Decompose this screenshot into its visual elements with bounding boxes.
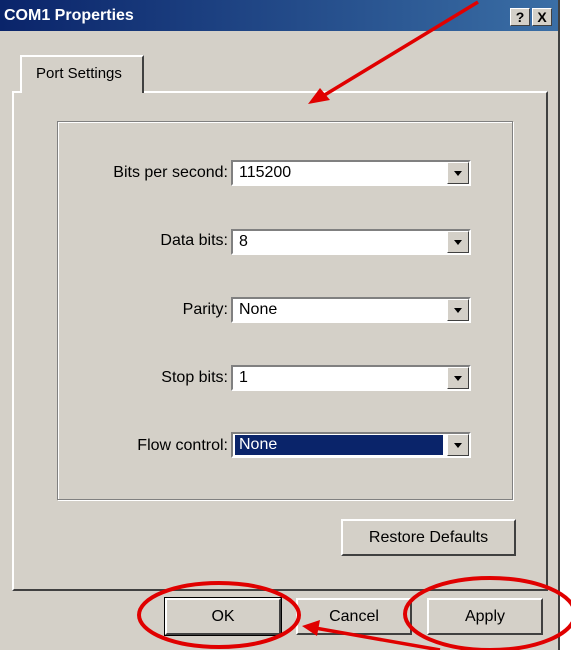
data-bits-select[interactable]: 8 [231,229,471,255]
flow-control-select[interactable]: None [231,432,471,458]
bits-per-second-select[interactable]: 115200 [231,160,471,186]
stop-bits-label: Stop bits: [161,369,228,386]
stop-bits-select[interactable]: 1 [231,365,471,391]
cancel-button[interactable]: Cancel [296,598,412,635]
chevron-down-icon[interactable] [447,434,469,456]
flow-control-label: Flow control: [137,437,228,454]
bits-per-second-value: 115200 [239,164,292,181]
parity-label: Parity: [182,301,228,318]
parity-select[interactable]: None [231,297,471,323]
data-bits-label: Data bits: [160,232,228,249]
tab-port-settings[interactable]: Port Settings [20,55,144,93]
chevron-down-icon[interactable] [447,231,469,253]
stop-bits-value: 1 [239,369,248,386]
properties-dialog: COM1 Properties ? X Port Settings Bits p… [0,0,560,650]
chevron-down-icon[interactable] [447,162,469,184]
restore-defaults-button[interactable]: Restore Defaults [341,519,516,556]
parity-value: None [239,301,278,318]
tab-label: Port Settings [36,65,122,82]
help-button[interactable]: ? [510,8,530,26]
ok-button[interactable]: OK [164,597,282,636]
apply-button[interactable]: Apply [427,598,543,635]
data-bits-value: 8 [239,233,248,250]
chevron-down-icon[interactable] [447,367,469,389]
chevron-down-icon[interactable] [447,299,469,321]
field-labels: Bits per second: Data bits: Parity: Stop… [60,0,228,650]
close-button[interactable]: X [532,8,552,26]
bits-per-second-label: Bits per second: [113,164,228,181]
flow-control-value: None [235,435,443,455]
